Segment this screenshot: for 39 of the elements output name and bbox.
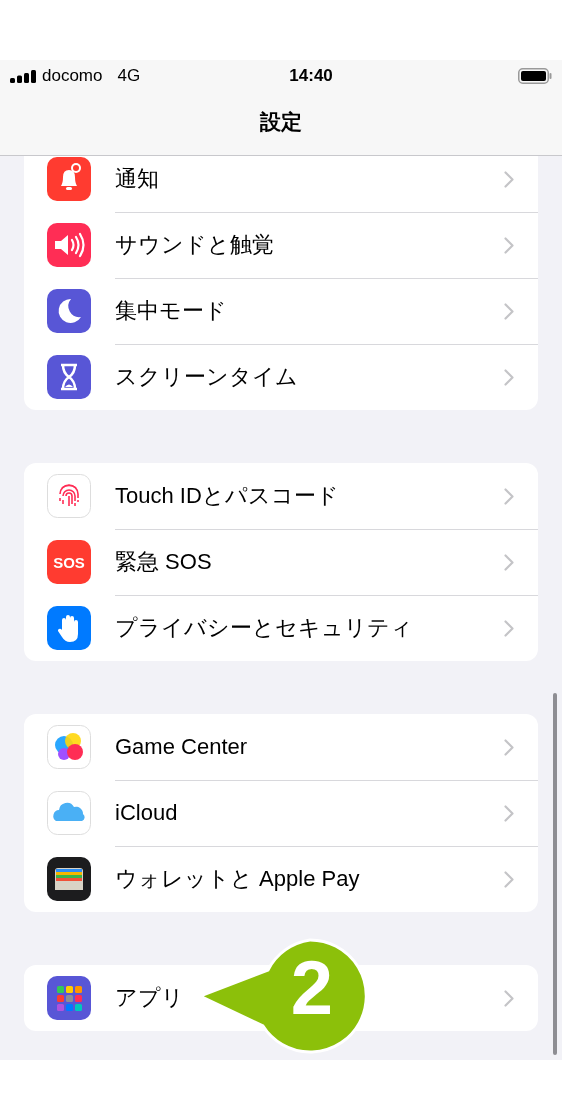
settings-item[interactable]: Touch IDとパスコード [115, 481, 339, 511]
settings-item[interactable]: 集中モード [115, 296, 227, 326]
settings-item[interactable]: 緊急 SOS [115, 547, 212, 577]
settings-item[interactable]: 通知 [115, 164, 159, 194]
chevron-icon [504, 553, 514, 571]
settings-item[interactable]: Game Center [115, 734, 248, 760]
cloud-icon [47, 791, 91, 835]
signal-icon [10, 69, 37, 83]
chevron-icon [504, 619, 514, 637]
battery-icon [518, 68, 552, 84]
step-number: 2 [290, 950, 334, 1026]
hourglass-icon [47, 355, 91, 399]
speaker-icon [47, 223, 91, 267]
sos-icon: SOS [47, 540, 91, 584]
status-time: 14:40 [289, 66, 333, 86]
app-grid-icon [47, 976, 91, 1020]
settings-item[interactable]: アプリ [115, 983, 184, 1013]
settings-item[interactable]: サウンドと触覚 [115, 230, 274, 260]
chevron-icon [504, 170, 514, 188]
chevron-icon [504, 989, 514, 1007]
moon-icon [47, 289, 91, 333]
hand-icon [47, 606, 91, 650]
settings-item[interactable]: ウォレットと Apple Pay [115, 864, 360, 894]
chevron-icon [504, 236, 514, 254]
chevron-icon [504, 368, 514, 386]
settings-item[interactable]: プライバシーとセキュリティ [115, 613, 413, 643]
network-type: 4G [117, 66, 141, 86]
settings-item[interactable]: スクリーンタイム [115, 362, 298, 392]
settings-item[interactable]: iCloud [115, 800, 178, 826]
carrier-name: docomo [42, 66, 103, 86]
chevron-icon [504, 738, 514, 756]
screen-title: 設定 [259, 108, 303, 135]
fingerprint-icon [47, 474, 91, 518]
chevron-icon [504, 302, 514, 320]
chevron-icon [504, 870, 514, 888]
bubbles-icon [47, 725, 91, 769]
chevron-icon [504, 804, 514, 822]
wallet-icon [47, 857, 91, 901]
chevron-icon [504, 487, 514, 505]
